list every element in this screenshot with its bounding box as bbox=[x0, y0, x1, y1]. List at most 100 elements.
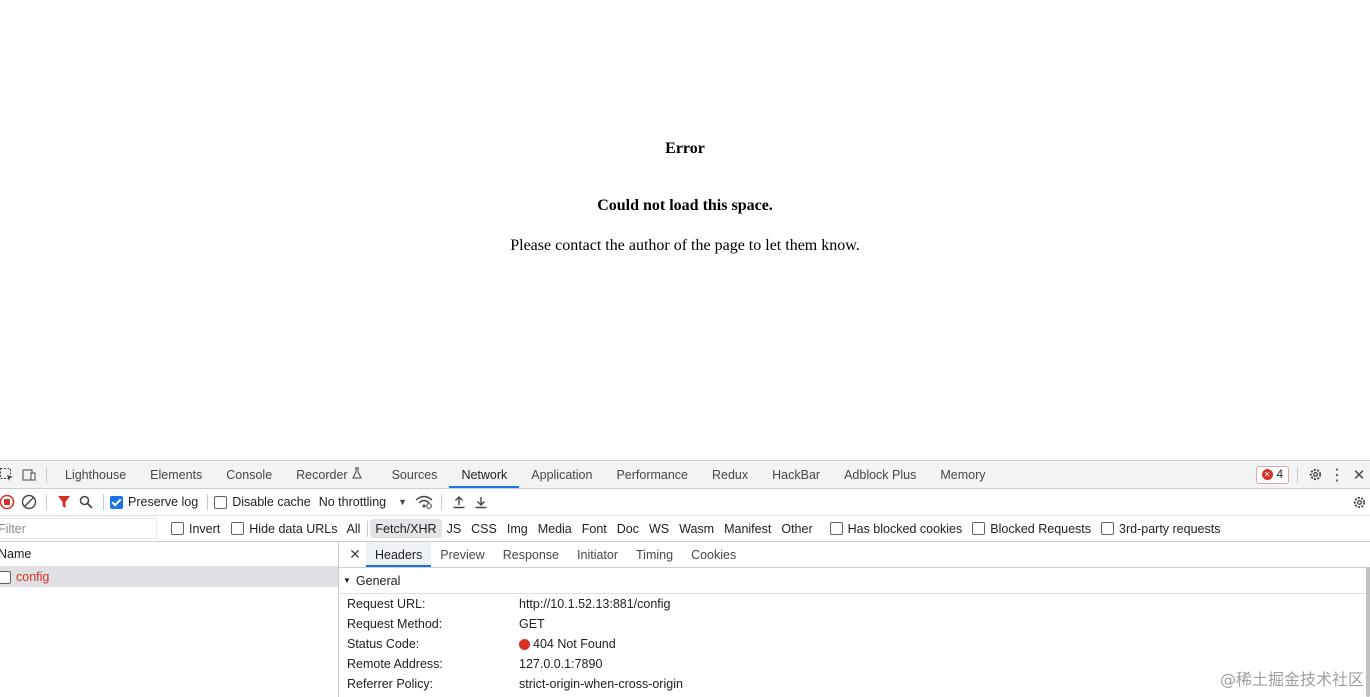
filter-placeholder: Filter bbox=[0, 521, 26, 536]
filter-type-img[interactable]: Img bbox=[502, 519, 533, 538]
error-message: Please contact the author of the page to… bbox=[510, 237, 860, 254]
network-settings-gear-icon[interactable] bbox=[1348, 491, 1370, 513]
tab-application[interactable]: Application bbox=[519, 461, 604, 488]
error-title: Error bbox=[665, 140, 705, 157]
tab-recorder[interactable]: Recorder bbox=[284, 461, 373, 488]
invert-label: Invert bbox=[189, 521, 221, 536]
filter-type-manifest[interactable]: Manifest bbox=[719, 519, 776, 538]
device-toolbar-icon[interactable] bbox=[18, 464, 40, 486]
watermark: @稀土掘金技术社区 bbox=[1219, 670, 1364, 689]
settings-gear-icon[interactable] bbox=[1304, 464, 1326, 486]
tab-console[interactable]: Console bbox=[214, 461, 284, 488]
network-filterbar: Filter Invert Hide data URLs All Fetch/X… bbox=[0, 516, 1370, 542]
separator bbox=[367, 520, 369, 537]
filter-type-js[interactable]: JS bbox=[442, 519, 467, 538]
separator bbox=[46, 494, 47, 510]
error-heading: Could not load this space. bbox=[597, 197, 773, 214]
header-value: strict-origin-when-cross-origin bbox=[519, 677, 683, 691]
has-blocked-cookies-checkbox[interactable] bbox=[829, 522, 843, 535]
separator bbox=[441, 494, 443, 510]
disable-cache-checkbox[interactable] bbox=[214, 495, 228, 509]
triangle-down-icon: ▼ bbox=[343, 576, 351, 585]
scrollbar[interactable] bbox=[1366, 567, 1370, 697]
header-key: Request Method: bbox=[347, 617, 443, 631]
tab-adblock-plus[interactable]: Adblock Plus bbox=[832, 461, 928, 488]
tab-redux[interactable]: Redux bbox=[700, 461, 760, 488]
filter-icon[interactable] bbox=[53, 491, 75, 513]
preserve-log-checkbox[interactable] bbox=[110, 495, 123, 509]
export-har-icon[interactable] bbox=[470, 491, 492, 513]
import-har-icon[interactable] bbox=[448, 491, 470, 513]
request-details: ✕ Headers Preview Response Initiator Tim… bbox=[339, 542, 1370, 697]
filter-type-all[interactable]: All bbox=[342, 519, 366, 538]
tab-hackbar[interactable]: HackBar bbox=[760, 461, 832, 488]
tab-initiator[interactable]: Initiator bbox=[568, 542, 627, 567]
filter-type-other[interactable]: Other bbox=[776, 519, 817, 538]
filter-type-media[interactable]: Media bbox=[533, 519, 577, 538]
blocked-requests-label: Blocked Requests bbox=[990, 521, 1092, 536]
filter-type-doc[interactable]: Doc bbox=[612, 519, 644, 538]
tab-memory[interactable]: Memory bbox=[928, 461, 997, 488]
separator bbox=[207, 494, 209, 510]
invert-checkbox[interactable] bbox=[171, 522, 184, 535]
network-toolbar: Preserve log Disable cache No throttling… bbox=[0, 489, 1370, 516]
tab-network[interactable]: Network bbox=[449, 461, 520, 488]
general-section-header[interactable]: ▼ General bbox=[339, 568, 1370, 594]
header-key: Status Code: bbox=[347, 637, 420, 651]
tab-response[interactable]: Response bbox=[494, 542, 568, 567]
header-row-request-url: Request URL: http://10.1.52.13:881/confi… bbox=[339, 594, 1370, 614]
separator bbox=[103, 494, 104, 510]
column-name: Name bbox=[0, 547, 32, 561]
tab-preview[interactable]: Preview bbox=[431, 542, 493, 567]
request-name: config bbox=[16, 570, 50, 584]
throttling-select[interactable]: No throttling ▼ bbox=[319, 495, 407, 509]
inspect-element-icon[interactable] bbox=[0, 464, 18, 486]
header-row-status-code: Status Code: 404 Not Found bbox=[339, 634, 1370, 654]
search-icon[interactable] bbox=[75, 491, 97, 513]
tab-timing[interactable]: Timing bbox=[627, 542, 682, 567]
separator bbox=[46, 466, 47, 483]
header-value-wrap: 404 Not Found bbox=[519, 637, 616, 651]
filter-type-font[interactable]: Font bbox=[577, 519, 612, 538]
record-stop-icon[interactable] bbox=[0, 491, 18, 513]
tab-elements[interactable]: Elements bbox=[138, 461, 214, 488]
filter-input[interactable]: Filter bbox=[0, 518, 157, 539]
more-options-icon[interactable]: ⋮ bbox=[1326, 464, 1348, 486]
network-conditions-icon[interactable] bbox=[413, 491, 435, 513]
filter-type-wasm[interactable]: Wasm bbox=[674, 519, 719, 538]
header-value: http://10.1.52.13:881/config bbox=[519, 597, 671, 611]
filter-type-css[interactable]: CSS bbox=[466, 519, 502, 538]
disable-cache-label: Disable cache bbox=[232, 495, 311, 509]
clear-icon[interactable] bbox=[18, 491, 40, 513]
tab-headers[interactable]: Headers bbox=[366, 542, 432, 567]
blocked-requests-checkbox[interactable] bbox=[972, 522, 986, 535]
header-row-remote-address: Remote Address: 127.0.0.1:7890 bbox=[339, 654, 1370, 674]
devtools-panel: Lighthouse Elements Console Recorder Sou… bbox=[0, 460, 1370, 697]
details-tabbar: ✕ Headers Preview Response Initiator Tim… bbox=[339, 542, 1370, 568]
request-list-header[interactable]: Name bbox=[0, 542, 338, 567]
request-row-checkbox[interactable] bbox=[0, 570, 11, 584]
tab-lighthouse[interactable]: Lighthouse bbox=[53, 461, 138, 488]
header-value: GET bbox=[519, 617, 545, 631]
request-row[interactable]: config bbox=[0, 567, 338, 587]
devtools-tabbar: Lighthouse Elements Console Recorder Sou… bbox=[0, 461, 1370, 489]
close-details-icon[interactable]: ✕ bbox=[344, 544, 366, 566]
general-section-title: General bbox=[355, 573, 401, 588]
error-count-badge[interactable]: ✕ 4 bbox=[1255, 465, 1289, 484]
tab-sources[interactable]: Sources bbox=[380, 461, 450, 488]
third-party-requests-checkbox[interactable] bbox=[1101, 522, 1115, 535]
tab-recorder-label: Recorder bbox=[296, 467, 348, 482]
filter-type-ws[interactable]: WS bbox=[644, 519, 674, 538]
preserve-log-label: Preserve log bbox=[128, 495, 199, 509]
filter-type-fetch-xhr[interactable]: Fetch/XHR bbox=[370, 519, 442, 538]
header-value: 127.0.0.1:7890 bbox=[519, 657, 603, 671]
dropdown-arrow-icon: ▼ bbox=[398, 497, 408, 507]
separator bbox=[1297, 466, 1298, 483]
third-party-requests-label: 3rd-party requests bbox=[1119, 521, 1221, 536]
close-devtools-icon[interactable]: ✕ bbox=[1348, 464, 1370, 486]
tab-performance[interactable]: Performance bbox=[604, 461, 700, 488]
tab-cookies[interactable]: Cookies bbox=[682, 542, 745, 567]
header-key: Remote Address: bbox=[347, 657, 443, 671]
status-error-dot-icon bbox=[519, 638, 530, 650]
hide-data-urls-checkbox[interactable] bbox=[231, 522, 245, 535]
